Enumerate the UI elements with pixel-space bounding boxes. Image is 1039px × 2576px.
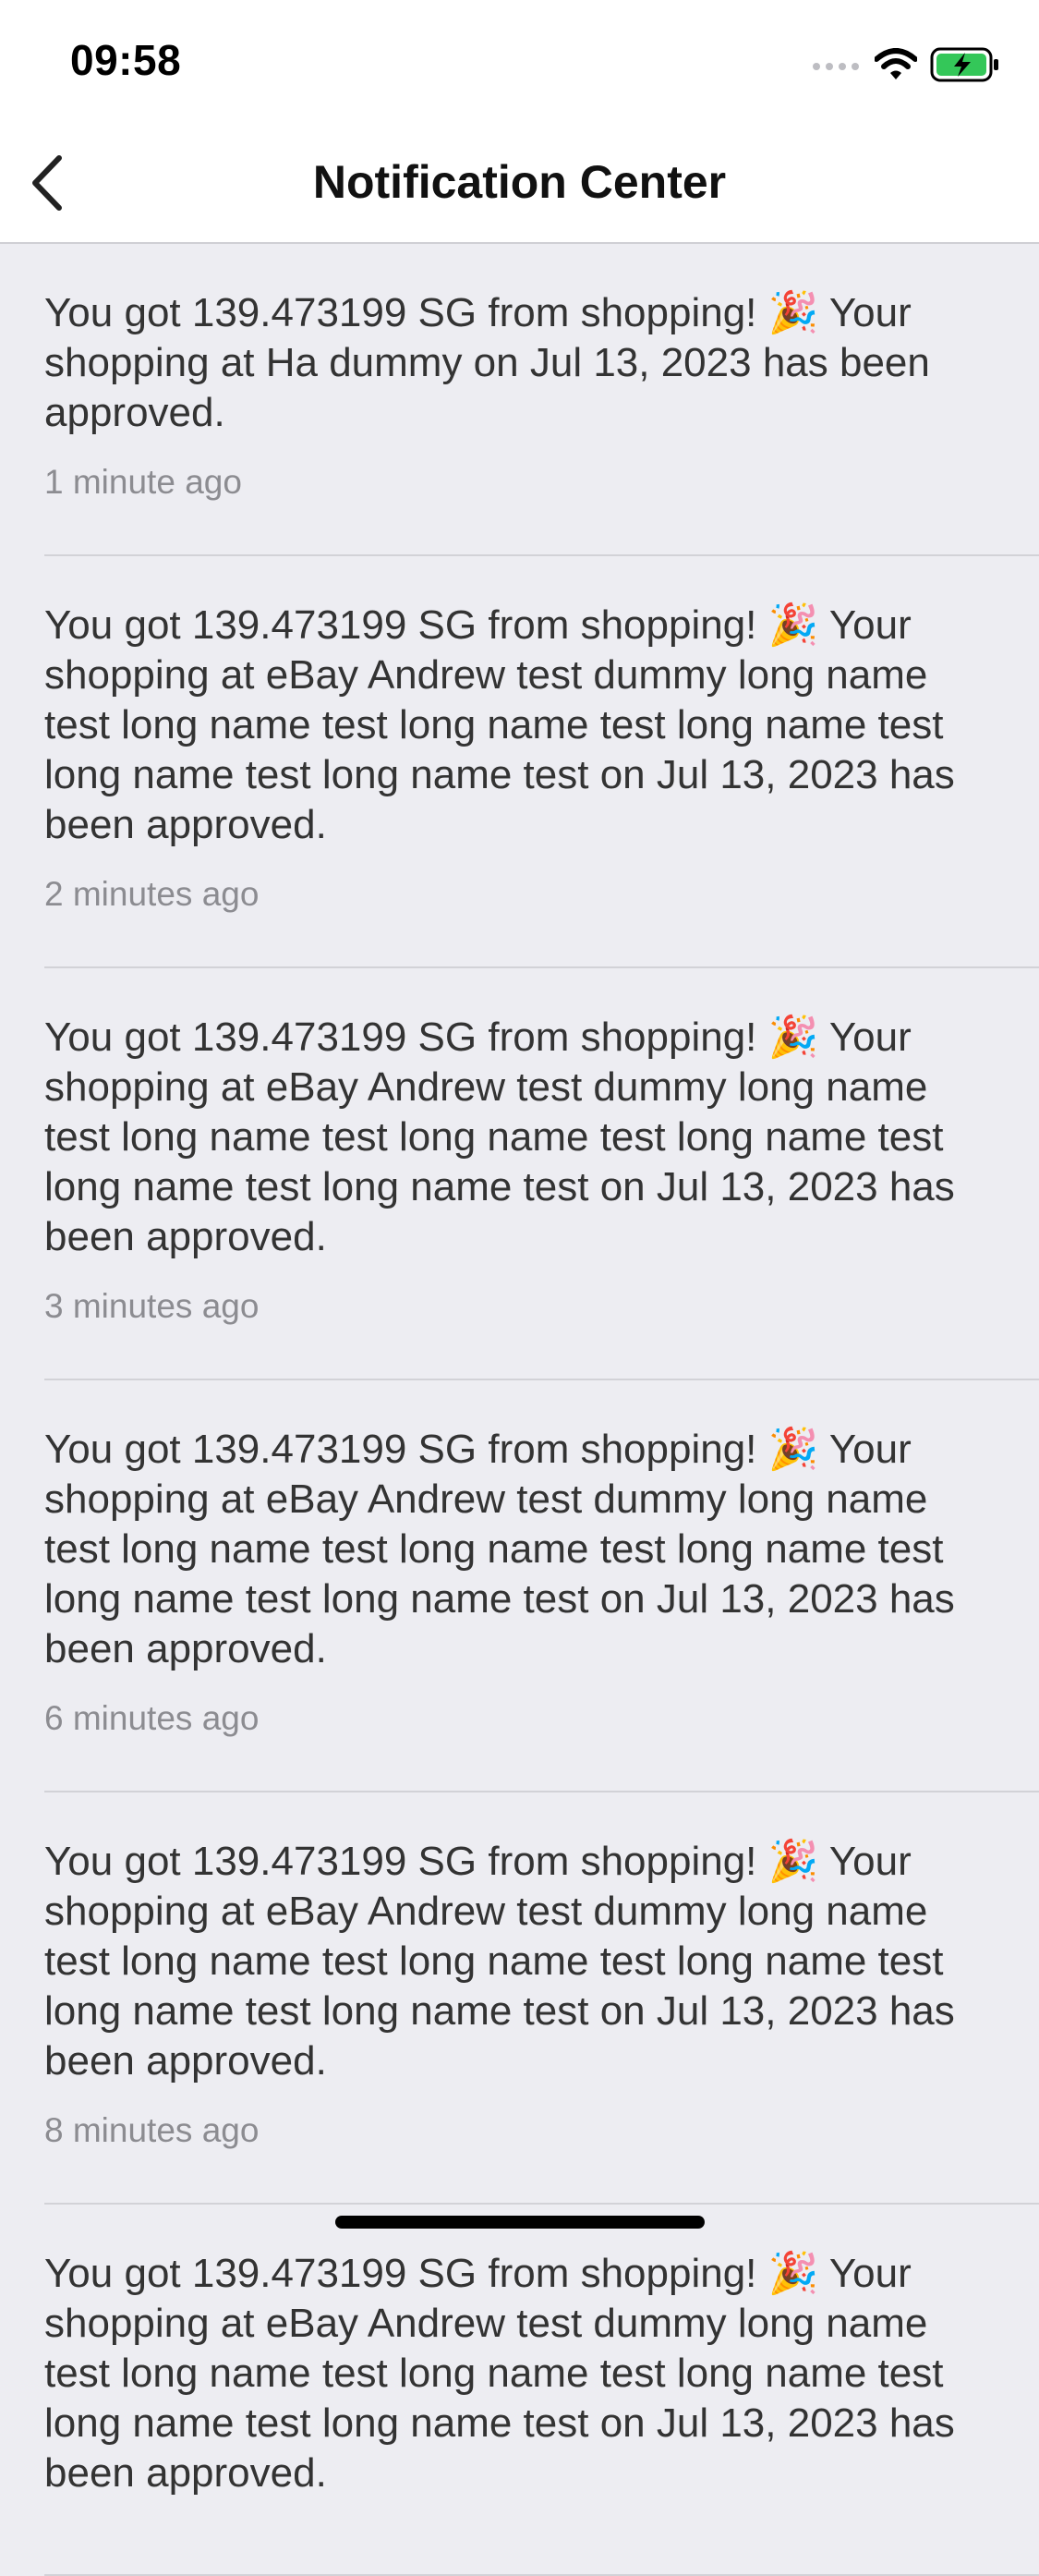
battery-charging-icon	[930, 47, 998, 82]
wifi-icon	[875, 48, 917, 79]
notification-message: You got 139.473199 SG from shopping! 🎉 Y…	[44, 290, 930, 435]
notification-message: You got 139.473199 SG from shopping! 🎉 Y…	[44, 1427, 955, 1671]
notification-time: 2 minutes ago	[44, 875, 260, 913]
notification-message: You got 139.473199 SG from shopping! 🎉 Y…	[44, 602, 955, 847]
notification-item[interactable]: You got 139.473199 SG from shopping! 🎉 Y…	[44, 1792, 1039, 2205]
navigation-bar: Notification Center	[0, 122, 1039, 244]
home-indicator[interactable]	[335, 2216, 705, 2229]
notification-item[interactable]: You got 139.473199 SG from shopping! 🎉 Y…	[44, 1380, 1039, 1792]
status-time: 09:58	[70, 36, 182, 84]
notification-time: 3 minutes ago	[44, 1287, 260, 1325]
page-title: Notification Center	[312, 156, 727, 208]
notification-item[interactable]: You got 139.473199 SG from shopping! 🎉 Y…	[44, 244, 1039, 556]
notification-time: 6 minutes ago	[44, 1699, 260, 1737]
notification-item[interactable]: You got 139.473199 SG from shopping! 🎉 Y…	[44, 2205, 1039, 2576]
notification-time: 8 minutes ago	[44, 2111, 260, 2149]
notification-time	[44, 2522, 1002, 2574]
notification-item[interactable]: You got 139.473199 SG from shopping! 🎉 Y…	[44, 556, 1039, 968]
notification-item[interactable]: You got 139.473199 SG from shopping! 🎉 Y…	[44, 968, 1039, 1380]
status-bar: 09:58	[0, 0, 1039, 122]
status-icons	[812, 44, 1000, 85]
notification-message: You got 139.473199 SG from shopping! 🎉 Y…	[44, 1839, 955, 2084]
cellular-signal-icon	[813, 63, 859, 70]
notification-time: 1 minute ago	[44, 463, 242, 501]
notification-message: You got 139.473199 SG from shopping! 🎉 Y…	[44, 1015, 955, 1259]
notification-message: You got 139.473199 SG from shopping! 🎉 Y…	[44, 2251, 955, 2496]
